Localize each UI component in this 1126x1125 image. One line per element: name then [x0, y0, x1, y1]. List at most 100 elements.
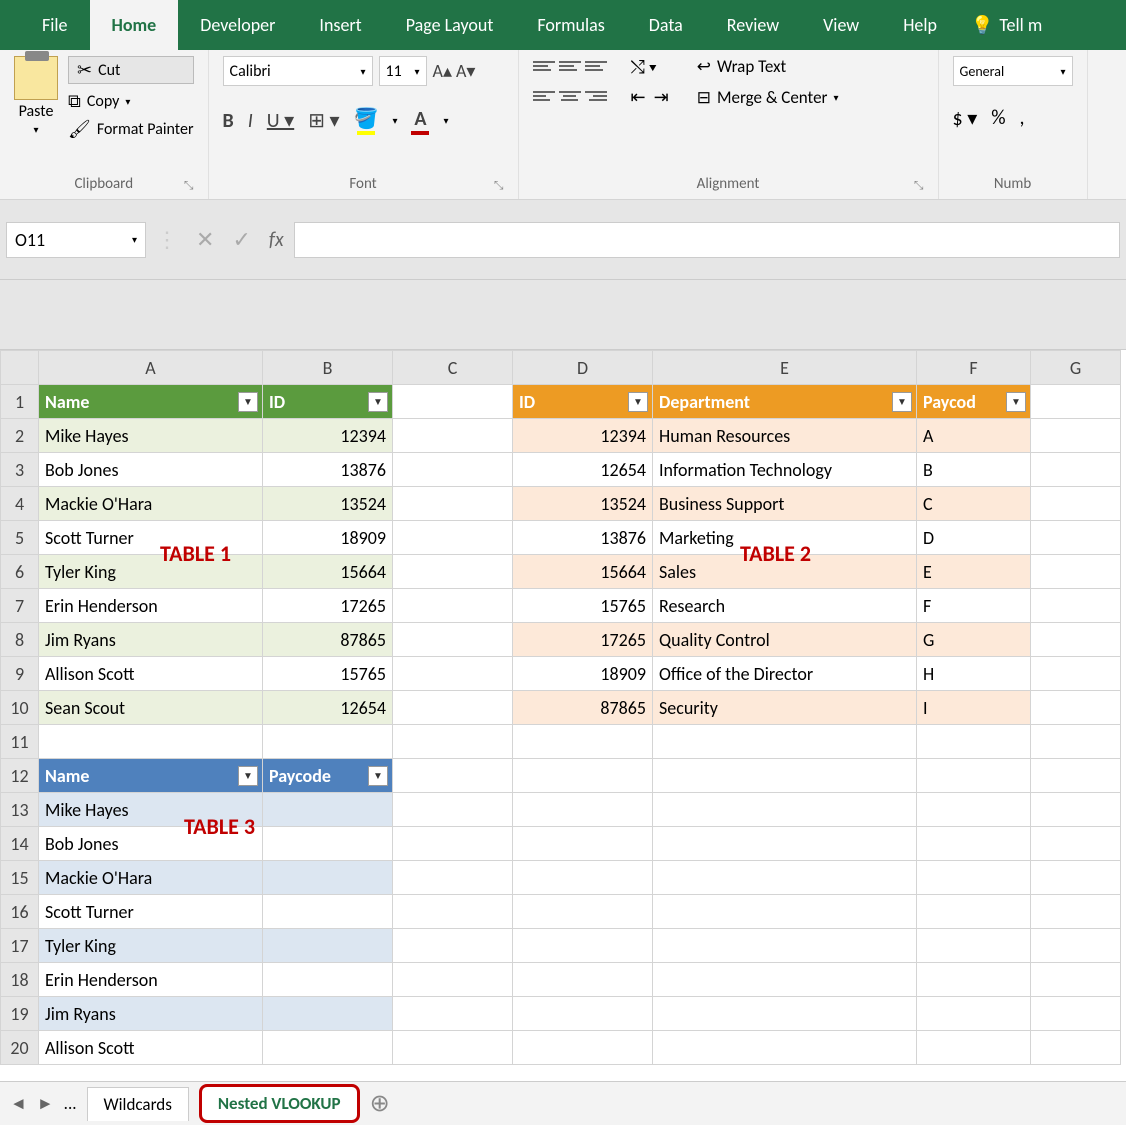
cell[interactable] — [653, 963, 917, 997]
cell[interactable] — [1031, 895, 1121, 929]
merge-center-button[interactable]: ⊟Merge & Center▾ — [697, 87, 839, 108]
col-header[interactable]: A — [39, 351, 263, 385]
cell[interactable] — [513, 793, 653, 827]
cell[interactable] — [1031, 521, 1121, 555]
cell[interactable] — [653, 827, 917, 861]
cell[interactable] — [917, 793, 1031, 827]
cell[interactable] — [653, 793, 917, 827]
filter-dropdown-icon[interactable]: ▼ — [892, 392, 912, 412]
cell[interactable] — [1031, 963, 1121, 997]
cancel-formula-icon[interactable]: ✕ — [196, 226, 214, 253]
table-header-cell[interactable]: ID▼ — [513, 385, 653, 419]
cell[interactable] — [393, 793, 513, 827]
cell[interactable] — [263, 827, 393, 861]
tab-formulas[interactable]: Formulas — [515, 0, 626, 50]
dialog-launcher-icon[interactable]: ⤡ — [914, 179, 924, 193]
cell[interactable] — [263, 997, 393, 1031]
chevron-down-icon[interactable]: ▾ — [33, 123, 38, 136]
cell[interactable]: Jim Ryans — [39, 623, 263, 657]
cell[interactable]: 12654 — [513, 453, 653, 487]
accept-formula-icon[interactable]: ✓ — [232, 226, 250, 253]
filter-dropdown-icon[interactable]: ▼ — [238, 392, 258, 412]
cell[interactable] — [513, 861, 653, 895]
row-header[interactable]: 12 — [1, 759, 39, 793]
select-all-corner[interactable] — [1, 351, 39, 385]
table-header-cell[interactable]: Name▼ — [39, 759, 263, 793]
cell[interactable]: Office of the Director — [653, 657, 917, 691]
tab-help[interactable]: Help — [881, 0, 959, 50]
cell[interactable] — [393, 997, 513, 1031]
cell[interactable] — [917, 929, 1031, 963]
cell[interactable] — [263, 895, 393, 929]
filter-dropdown-icon[interactable]: ▼ — [368, 766, 388, 786]
cell[interactable]: 13876 — [263, 453, 393, 487]
cell[interactable]: 87865 — [513, 691, 653, 725]
comma-button[interactable]: , — [1020, 106, 1025, 131]
spreadsheet[interactable]: A B C D E F G 1Name▼ID▼ID▼Department▼Pay… — [0, 350, 1121, 1065]
table-header-cell[interactable]: Paycod▼ — [917, 385, 1031, 419]
cell[interactable] — [513, 963, 653, 997]
filter-dropdown-icon[interactable]: ▼ — [628, 392, 648, 412]
cell[interactable] — [1031, 759, 1121, 793]
row-header[interactable]: 15 — [1, 861, 39, 895]
cell[interactable]: Bob Jones — [39, 453, 263, 487]
row-header[interactable]: 14 — [1, 827, 39, 861]
add-sheet-button[interactable]: ⊕ — [370, 1089, 390, 1118]
cell[interactable]: E — [917, 555, 1031, 589]
cell[interactable] — [1031, 929, 1121, 963]
cell[interactable] — [393, 1031, 513, 1065]
cell[interactable]: 15664 — [263, 555, 393, 589]
row-header[interactable]: 18 — [1, 963, 39, 997]
cell[interactable]: Research — [653, 589, 917, 623]
cell[interactable]: Human Resources — [653, 419, 917, 453]
cell[interactable] — [393, 725, 513, 759]
row-header[interactable]: 4 — [1, 487, 39, 521]
cell[interactable]: 12394 — [513, 419, 653, 453]
cell[interactable] — [393, 589, 513, 623]
cell[interactable] — [393, 827, 513, 861]
cell[interactable]: Marketing — [653, 521, 917, 555]
cut-button[interactable]: ✂Cut — [68, 56, 194, 84]
cell[interactable] — [263, 725, 393, 759]
row-header[interactable]: 3 — [1, 453, 39, 487]
row-header[interactable]: 11 — [1, 725, 39, 759]
cell[interactable]: 12394 — [263, 419, 393, 453]
increase-indent-button[interactable]: ⇥ — [654, 86, 669, 108]
cell[interactable] — [393, 861, 513, 895]
cell[interactable] — [1031, 691, 1121, 725]
col-header[interactable]: F — [917, 351, 1031, 385]
row-header[interactable]: 20 — [1, 1031, 39, 1065]
col-header[interactable]: E — [653, 351, 917, 385]
cell[interactable] — [1031, 861, 1121, 895]
cell[interactable] — [917, 997, 1031, 1031]
border-button[interactable]: ⊞ ▾ — [308, 108, 339, 133]
cell[interactable] — [1031, 997, 1121, 1031]
cell[interactable]: Information Technology — [653, 453, 917, 487]
row-header[interactable]: 9 — [1, 657, 39, 691]
row-header[interactable]: 17 — [1, 929, 39, 963]
italic-button[interactable]: I — [248, 109, 253, 133]
cell[interactable] — [393, 453, 513, 487]
cell[interactable]: 15765 — [263, 657, 393, 691]
cell[interactable]: Business Support — [653, 487, 917, 521]
row-header[interactable]: 7 — [1, 589, 39, 623]
cell[interactable] — [917, 1031, 1031, 1065]
tab-review[interactable]: Review — [705, 0, 801, 50]
cell[interactable]: 17265 — [513, 623, 653, 657]
cell[interactable]: 17265 — [263, 589, 393, 623]
font-color-button[interactable]: A — [411, 107, 429, 135]
row-header[interactable]: 13 — [1, 793, 39, 827]
sheet-tab-wildcards[interactable]: Wildcards — [87, 1087, 189, 1121]
cell[interactable] — [1031, 487, 1121, 521]
cell[interactable] — [263, 1031, 393, 1065]
cell[interactable]: 87865 — [263, 623, 393, 657]
cell[interactable] — [1031, 555, 1121, 589]
cell[interactable] — [513, 827, 653, 861]
sheet-tab-nested-vlookup[interactable]: Nested VLOOKUP — [199, 1084, 360, 1123]
table-header-cell[interactable]: Paycode▼ — [263, 759, 393, 793]
cell[interactable] — [917, 861, 1031, 895]
cell[interactable]: Sean Scout — [39, 691, 263, 725]
cell[interactable] — [393, 623, 513, 657]
cell[interactable] — [513, 895, 653, 929]
cell[interactable]: Allison Scott — [39, 1031, 263, 1065]
